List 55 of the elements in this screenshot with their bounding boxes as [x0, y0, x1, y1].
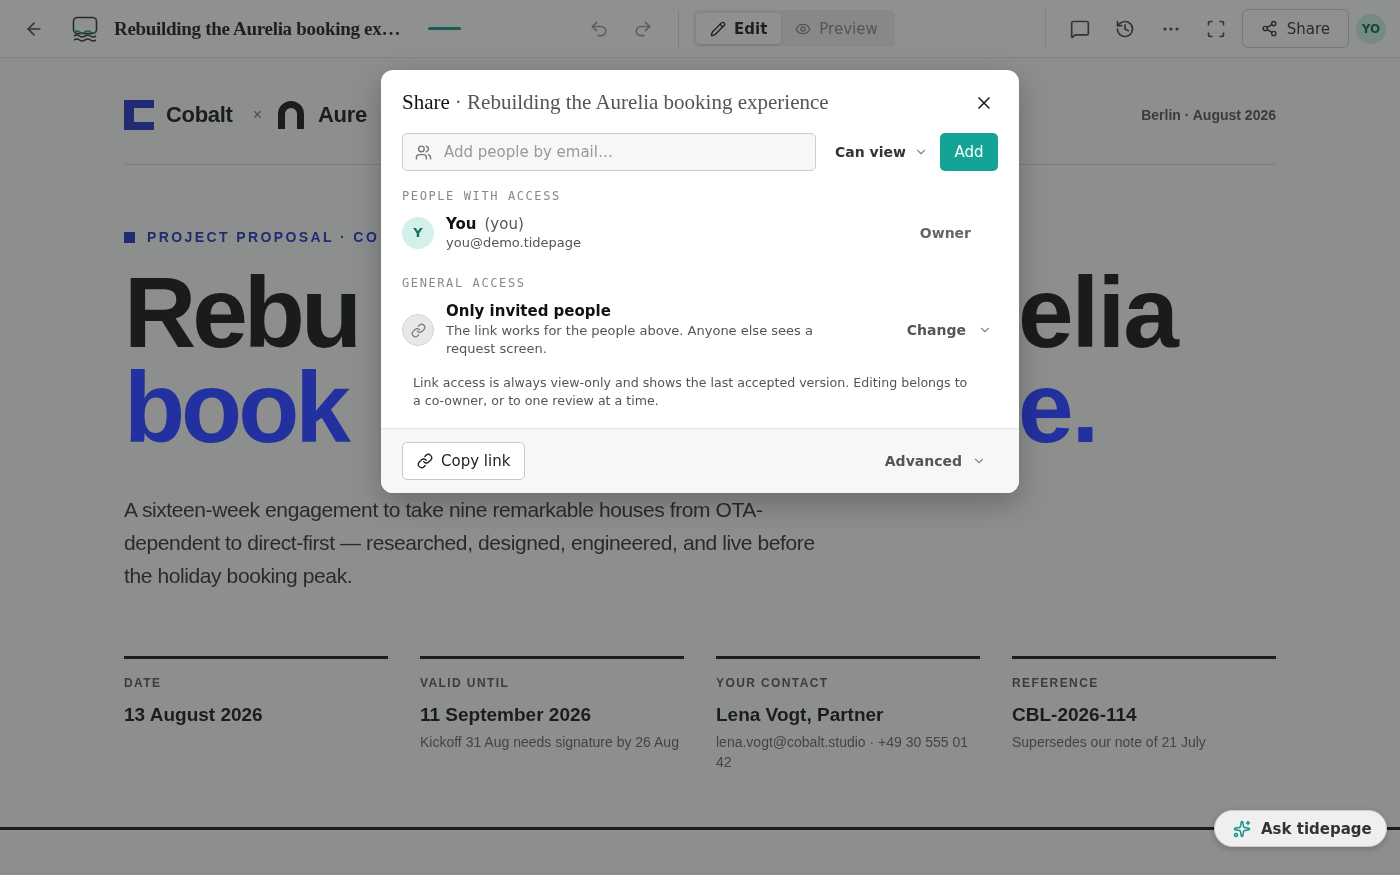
arch-logo-icon: [278, 101, 304, 129]
email-input[interactable]: Add people by email…: [442, 142, 803, 162]
fact-value: 11 September 2026: [420, 704, 593, 726]
fact-note: lena.vogt@cobalt.studio · +49 30 555 01 42: [716, 733, 969, 772]
access-note: Link access is always view-only and shows the last accepted version. Editing belongs to a co-owner, or to one review at a time.: [412, 374, 969, 410]
fact-label: YOUR CONTACT: [716, 676, 830, 690]
access-description: The link works for the people above. Anyone else sees a request screen.: [446, 322, 814, 358]
link-icon: [402, 314, 434, 346]
role-dropdown[interactable]: Can view: [835, 144, 928, 160]
dialog-subtitle: · Rebuilding the Aurelia booking experience: [454, 90, 829, 115]
person-avatar: Y: [402, 216, 434, 249]
change-dropdown[interactable]: Change: [906, 322, 992, 338]
section-heading: GENERAL ACCESS: [402, 276, 527, 290]
pencil-icon: [710, 20, 726, 37]
fact-label: VALID UNTIL: [420, 676, 511, 690]
fact-label: DATE: [124, 676, 163, 690]
person-tag: (you): [484, 215, 524, 233]
people-icon: [415, 143, 432, 161]
fact-note: Supersedes our note of 21 July: [1012, 733, 1207, 752]
dialog-title: Share: [402, 90, 450, 115]
headline-text: e.: [1018, 360, 1099, 455]
section-heading: PEOPLE WITH ACCESS: [402, 189, 562, 203]
fact-note: Kickoff 31 Aug needs signature by 26 Aug: [420, 733, 680, 752]
person-role: Owner: [919, 224, 971, 241]
eyebrow-text: PROJECT PROPOSAL · CO: [147, 229, 380, 245]
status-dash-icon: [428, 27, 462, 30]
person-email: you@demo.tidepage: [446, 235, 582, 250]
headline-text: elia: [1018, 265, 1179, 360]
person-name: You: [446, 215, 477, 233]
lede-paragraph: A sixteen-week engagement to take nine remarkable houses from OTA-dependent to direct-first — researched, designed, engineered, and live before the holiday booking peak.: [124, 497, 816, 589]
fact-value: CBL-2026-114: [1012, 704, 1138, 726]
more-icon: [1162, 26, 1179, 31]
assistant-button[interactable]: Ask tidepage: [1214, 810, 1387, 847]
email-field[interactable]: Add people by email…: [402, 133, 816, 171]
copy-link-button[interactable]: Copy link: [402, 442, 526, 480]
document-title: Rebuilding the Aurelia booking ex…: [114, 17, 401, 40]
link-icon: [417, 453, 433, 469]
cobalt-logo-icon: [124, 100, 154, 130]
brand-name: Cobalt: [166, 102, 233, 128]
access-title: Only invited people: [446, 302, 612, 320]
fact-label: REFERENCE: [1012, 676, 1100, 690]
headline-text: Rebu: [124, 265, 359, 360]
advanced-dropdown[interactable]: Advanced: [884, 453, 986, 469]
sparkle-icon: [1233, 819, 1251, 838]
share-icon: [1260, 20, 1278, 37]
logo-icon: [72, 15, 98, 42]
place-date: Berlin · August 2026: [1141, 107, 1276, 123]
brand-name: Aure: [318, 102, 367, 128]
share-button[interactable]: Share: [1241, 9, 1349, 48]
fact-value: Lena Vogt, Partner: [716, 704, 885, 726]
fact-value: 13 August 2026: [124, 704, 264, 726]
square-icon: [124, 231, 135, 243]
mode-tab[interactable]: Edit: [696, 13, 782, 44]
headline-text: book: [124, 360, 350, 455]
separator-text: ×: [252, 106, 262, 124]
